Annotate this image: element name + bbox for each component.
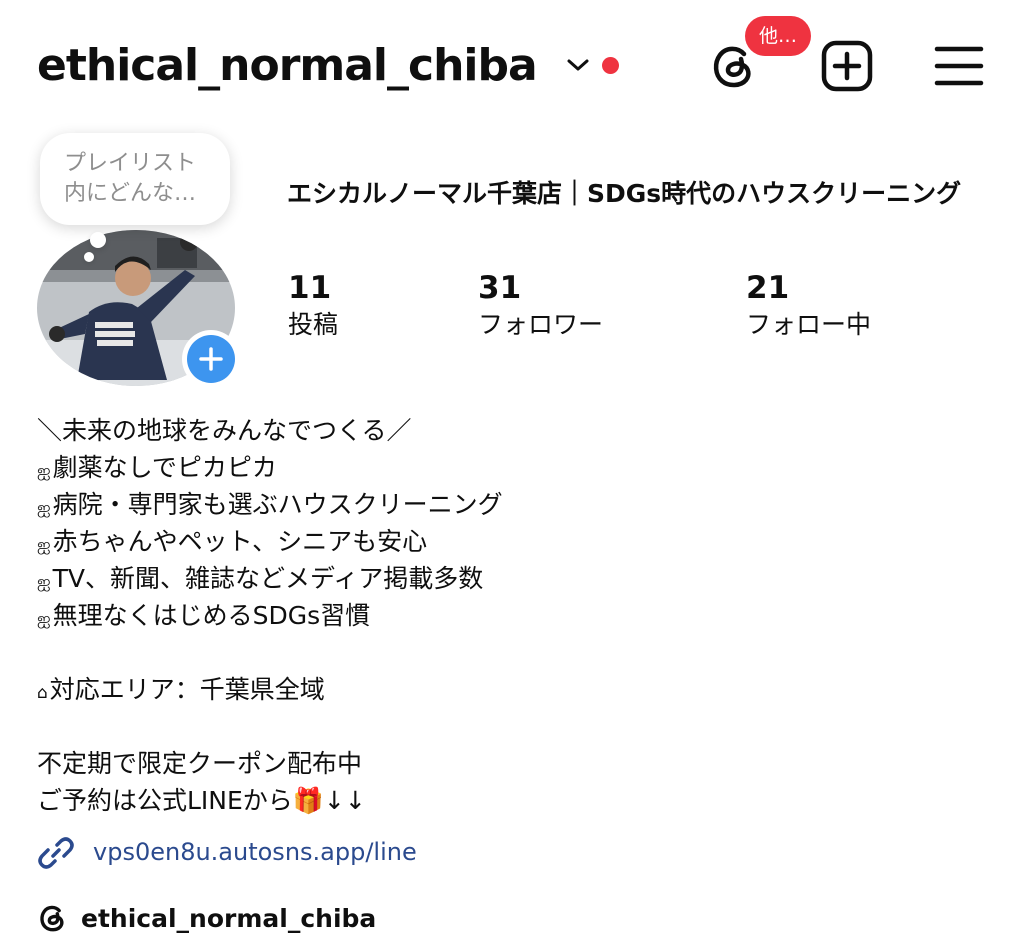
bio-point-text: 病院・専門家も選ぶハウスクリーニング — [52, 490, 503, 519]
bio-point: ஐ無理なくはじめるSDGs習慣 — [37, 597, 503, 634]
bio-point-text: 劇薬なしでピカピカ — [52, 453, 277, 482]
followers-count[interactable]: 31 — [478, 268, 521, 308]
chevron-down-icon[interactable] — [566, 56, 590, 74]
bio-point-text: TV、新聞、雑誌などメディア掲載多数 — [52, 564, 484, 593]
link-url[interactable]: vps0en8u.autosns.app/line — [93, 835, 417, 869]
note-bubble[interactable]: プレイリスト 内にどんな… — [40, 133, 230, 225]
bullet-icon: ஐ — [37, 572, 51, 592]
bio-reserve: ご予約は公式LINEから🎁↓↓ — [37, 786, 366, 815]
add-story-button[interactable] — [187, 335, 235, 383]
bio-point: ஐ病院・専門家も選ぶハウスクリーニング — [37, 486, 503, 523]
posts-label[interactable]: 投稿 — [288, 308, 338, 342]
bio-point: ஐ劇薬なしでピカピカ — [37, 449, 503, 486]
bio: ＼未来の地球をみんなでつくる／ ஐ劇薬なしでピカピカ ஐ病院・専門家も選ぶハウス… — [37, 412, 503, 819]
followers-label[interactable]: フォロワー — [478, 308, 603, 342]
note-tail-dot-small — [84, 252, 94, 262]
link-icon — [38, 837, 74, 869]
bio-point: ஐTV、新聞、雑誌などメディア掲載多数 — [37, 560, 503, 597]
threads-handle[interactable]: ethical_normal_chiba — [81, 902, 376, 936]
posts-count[interactable]: 11 — [288, 268, 331, 308]
bio-spacer — [37, 634, 503, 671]
house-icon: ⌂ — [37, 683, 48, 703]
following-count[interactable]: 21 — [746, 268, 789, 308]
bullet-icon: ஐ — [37, 498, 51, 518]
note-text-line-2: 内にどんな… — [64, 181, 197, 206]
bio-area: ⌂対応エリア：千葉県全域 — [37, 671, 503, 708]
add-content-icon[interactable] — [821, 40, 873, 92]
bio-area-text: 対応エリア：千葉県全域 — [49, 675, 325, 704]
bullet-icon: ஐ — [37, 461, 51, 481]
following-label[interactable]: フォロー中 — [746, 308, 871, 342]
bullet-icon: ஐ — [37, 609, 51, 629]
bio-coupon: 不定期で限定クーポン配布中 — [37, 749, 363, 778]
note-tail-dot — [90, 232, 106, 248]
bio-headline: ＼未来の地球をみんなでつくる／ — [37, 416, 412, 445]
plus-icon — [199, 347, 223, 371]
menu-icon[interactable] — [934, 44, 984, 88]
bio-spacer — [37, 708, 503, 745]
bio-point: ஐ赤ちゃんやペット、シニアも安心 — [37, 523, 503, 560]
bullet-icon: ஐ — [37, 535, 51, 555]
note-text-line-1: プレイリスト — [64, 151, 197, 176]
display-name: エシカルノーマル千葉店｜SDGs時代のハウスクリーニング — [287, 179, 962, 208]
username-title[interactable]: ethical_normal_chiba — [37, 38, 538, 94]
bio-point-text: 無理なくはじめるSDGs習慣 — [52, 601, 371, 630]
notification-dot — [602, 57, 619, 74]
threads-icon — [40, 905, 64, 932]
threads-badge[interactable]: 他… — [745, 16, 812, 56]
bio-point-text: 赤ちゃんやペット、シニアも安心 — [52, 527, 428, 556]
